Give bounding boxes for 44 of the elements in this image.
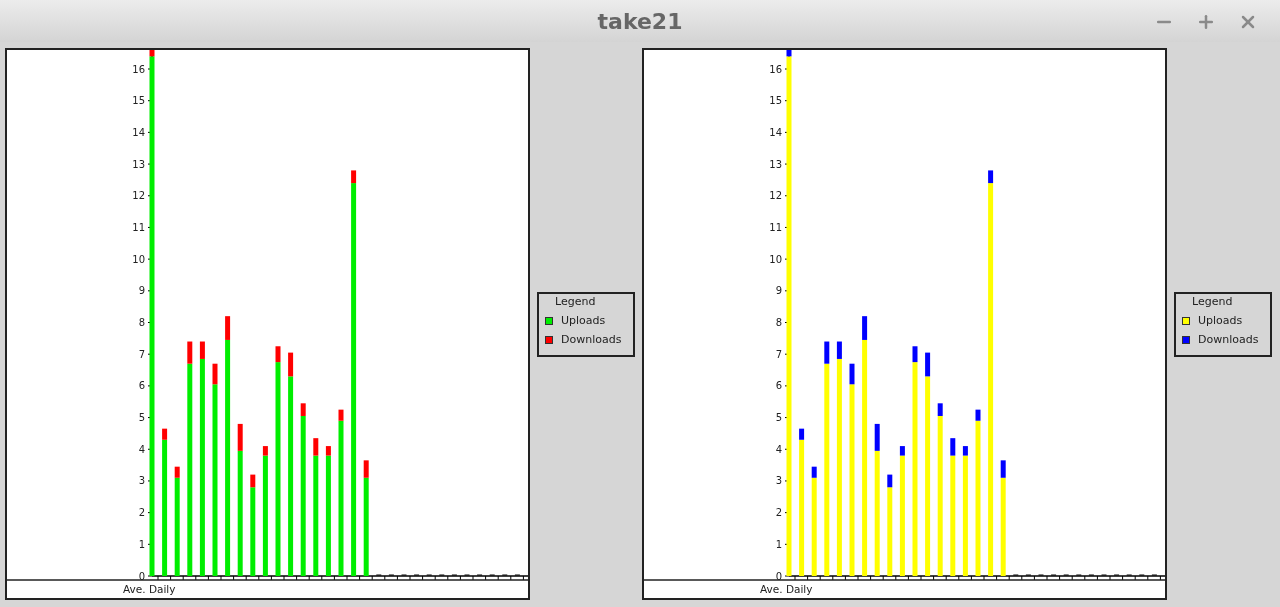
y-tick-label: 1 <box>775 538 782 550</box>
y-tick-label: 11 <box>132 221 145 233</box>
y-tick-label: 8 <box>138 317 145 328</box>
window-title: take21 <box>597 7 683 36</box>
y-tick-label: 11 <box>769 221 782 233</box>
y-tick-label: 13 <box>132 158 145 170</box>
legend-label: Uploads <box>561 314 606 328</box>
legend-title: Legend <box>554 295 597 309</box>
y-tick-label: 16 <box>132 63 145 75</box>
y-tick-label: 9 <box>138 285 145 297</box>
y-tick-label: 6 <box>775 380 782 392</box>
y-tick-label: 13 <box>769 158 782 170</box>
y-tick-label: 2 <box>138 507 145 519</box>
x-axis-label: Ave. Daily <box>123 583 176 595</box>
y-tick-label: 6 <box>138 380 145 392</box>
y-tick-label: 5 <box>138 412 145 424</box>
y-tick-label: 12 <box>132 190 145 202</box>
y-tick-label: 8 <box>775 317 782 328</box>
y-tick-label: 3 <box>138 475 145 487</box>
y-tick-label: 15 <box>132 95 145 107</box>
y-tick-label: 10 <box>769 253 782 265</box>
y-tick-label: 14 <box>132 126 145 138</box>
y-tick-label: 7 <box>775 348 782 360</box>
y-tick-label: 5 <box>775 412 782 424</box>
x-axis-label: Ave. Daily <box>760 583 813 595</box>
y-tick-label: 2 <box>775 507 782 519</box>
y-tick-label: 0 <box>775 570 782 582</box>
y-tick-label: 15 <box>769 95 782 107</box>
legend-label: Downloads <box>1198 333 1259 347</box>
y-tick-label: 4 <box>138 443 145 455</box>
y-tick-label: 1 <box>138 538 145 550</box>
y-tick-label: 16 <box>769 63 782 75</box>
legend-label: Downloads <box>561 333 622 347</box>
y-tick-label: 7 <box>138 348 145 360</box>
legend-title: Legend <box>1191 295 1234 309</box>
y-tick-label: 12 <box>769 190 782 202</box>
maximize-icon[interactable] <box>1196 12 1216 32</box>
legend-label: Uploads <box>1198 314 1243 328</box>
y-tick-label: 0 <box>138 570 145 582</box>
y-tick-label: 14 <box>769 126 782 138</box>
y-tick-label: 10 <box>132 253 145 265</box>
y-tick-label: 4 <box>775 443 782 455</box>
y-tick-label: 3 <box>775 475 782 487</box>
y-tick-label: 9 <box>775 285 782 297</box>
